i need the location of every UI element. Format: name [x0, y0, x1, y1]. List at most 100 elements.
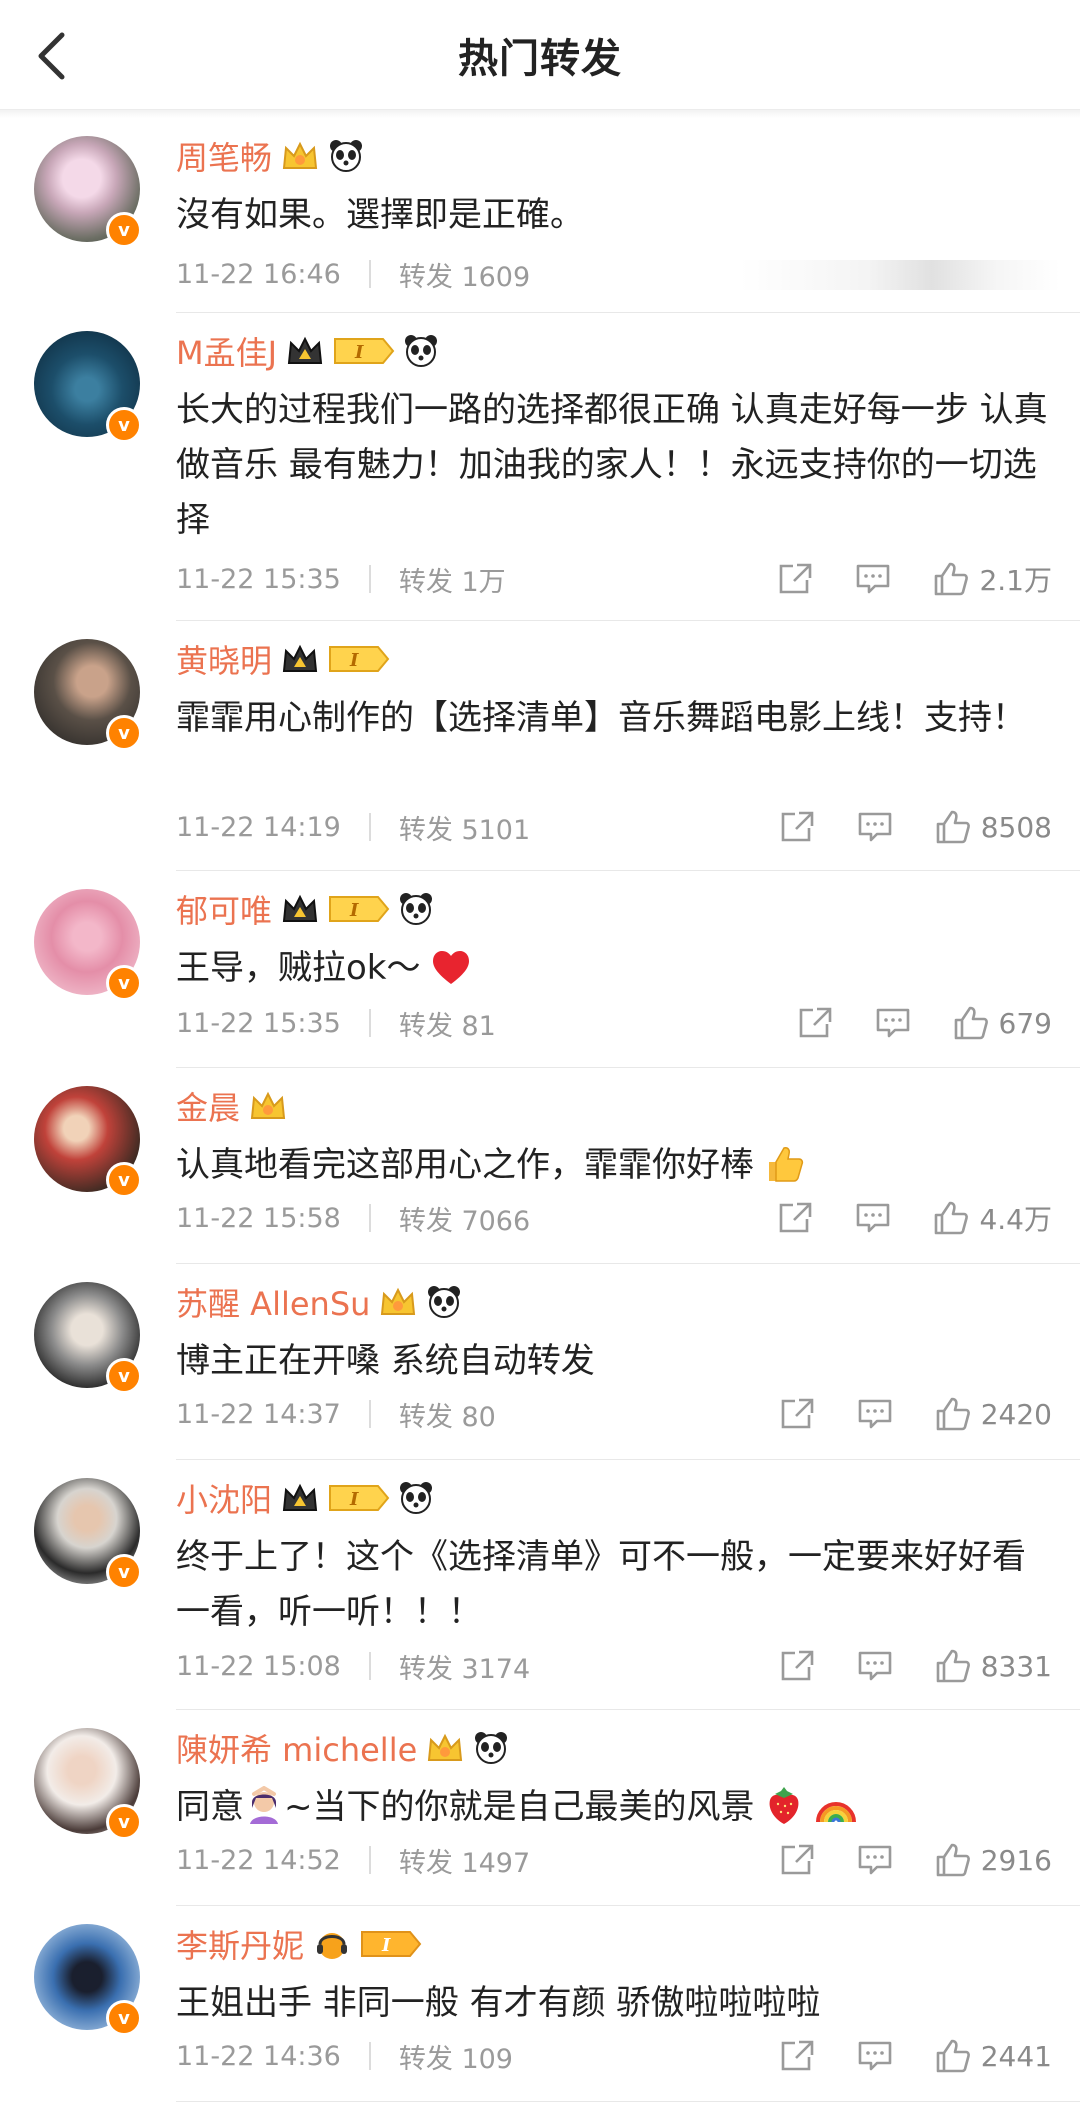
- verified-badge-icon: v: [106, 715, 142, 751]
- repost-count: 转发 80: [398, 1401, 496, 1433]
- repost-count: 转发 109: [398, 2043, 513, 2075]
- crown-badge-icon: [282, 1483, 318, 1511]
- crown-badge-icon: [381, 1287, 416, 1315]
- meta-divider: [368, 565, 371, 593]
- repost-text: 终于上了！这个《选择清单》可不一般，一定要来好好看一看，听一听！！！: [176, 1537, 1026, 1632]
- list-item[interactable]: v 陳妍希 michelle 同意 ~当下的你就是自己最美的风景 11-22 14…: [0, 1710, 1080, 1906]
- like-button[interactable]: 2420: [935, 1396, 1052, 1432]
- post-time: 11-22 16:46: [176, 258, 341, 290]
- thumbs-up-icon: [936, 1397, 970, 1431]
- comment-button[interactable]: [855, 562, 891, 596]
- strawberry-emoji-icon: [769, 1787, 799, 1824]
- verified-badge-icon: v: [106, 2000, 142, 2036]
- repost-text: 认真地看完这部用心之作，霏霏你好棒: [176, 1145, 754, 1185]
- comment-icon: [857, 1203, 890, 1233]
- share-button[interactable]: [779, 2039, 815, 2073]
- user-name[interactable]: 周笔畅: [176, 133, 272, 179]
- list-item[interactable]: v 金晨 认真地看完这部用心之作，霏霏你好棒 11-22 15:58 转发 70…: [0, 1068, 1080, 1264]
- crown-badge-icon: [287, 336, 323, 364]
- like-count: 2441: [980, 2039, 1052, 2073]
- user-name[interactable]: 苏醒 AllenSu: [176, 1279, 370, 1325]
- like-count: 2420: [980, 1397, 1052, 1431]
- share-icon: [799, 1007, 831, 1038]
- repost-text-end: ~当下的你就是自己最美的风景: [284, 1787, 755, 1827]
- like-button[interactable]: 8508: [935, 809, 1052, 845]
- vip-level-badge-icon: I: [361, 1931, 422, 1957]
- thumbs-up-emoji-icon: [768, 1147, 803, 1182]
- like-button[interactable]: 2441: [935, 2038, 1052, 2074]
- crown-badge-icon: [282, 141, 318, 169]
- share-button[interactable]: [777, 562, 813, 596]
- like-button[interactable]: 2916: [935, 1842, 1052, 1878]
- comment-button[interactable]: [855, 1201, 891, 1235]
- comment-button[interactable]: [857, 1649, 893, 1683]
- share-icon: [781, 1398, 814, 1429]
- woman-ok-gesture-emoji-icon: [250, 1786, 278, 1824]
- svg-text:I: I: [349, 900, 359, 921]
- share-button[interactable]: [779, 1649, 815, 1683]
- like-count: 2916: [980, 1843, 1052, 1877]
- comment-button[interactable]: [857, 810, 893, 844]
- share-button[interactable]: [779, 1397, 815, 1431]
- list-item[interactable]: v M孟佳J I 长大的过程我们一路的选择都很正确 认真走好每一步 认真做音乐 …: [0, 313, 1080, 621]
- svg-text:I: I: [349, 1489, 359, 1510]
- repost-text: 王姐出手 非同一般 有才有颜 骄傲啦啦啦啦: [176, 1983, 821, 2023]
- post-time: 11-22 14:19: [176, 811, 341, 843]
- user-name[interactable]: 金晨: [176, 1083, 240, 1129]
- user-name[interactable]: M孟佳J: [176, 328, 277, 374]
- share-button[interactable]: [779, 1843, 815, 1877]
- meta-divider: [368, 260, 371, 288]
- comment-button[interactable]: [875, 1006, 911, 1040]
- share-icon: [780, 563, 812, 594]
- thumbs-up-icon: [936, 2039, 970, 2073]
- list-item[interactable]: v 郁可唯 I 王导，贼拉ok～ 11-22 15:35 转发 81 679: [0, 871, 1080, 1068]
- share-icon: [781, 2040, 814, 2071]
- list-item[interactable]: v 苏醒 AllenSu 博主正在开嗓 系统自动转发 11-22 14:37 转…: [0, 1264, 1080, 1460]
- share-button[interactable]: [797, 1006, 833, 1040]
- like-count: 8508: [980, 810, 1052, 844]
- like-count: 679: [998, 1006, 1052, 1040]
- repost-count: 转发 3174: [398, 1653, 531, 1685]
- like-button[interactable]: 2.1万: [933, 559, 1052, 599]
- thumbs-up-icon: [954, 1006, 988, 1040]
- share-button[interactable]: [779, 810, 815, 844]
- thumbs-up-icon: [936, 1649, 970, 1683]
- nav-bar: 热门转发: [0, 0, 1080, 110]
- comment-icon: [858, 2041, 892, 2071]
- user-name[interactable]: 小沈阳: [176, 1475, 272, 1521]
- list-item[interactable]: v 周笔畅 沒有如果。選擇即是正確。 11-22 16:46 转发 1609: [0, 118, 1080, 313]
- user-name[interactable]: 李斯丹妮: [176, 1921, 304, 1967]
- post-time: 11-22 15:08: [176, 1650, 341, 1682]
- user-name[interactable]: 郁可唯: [176, 886, 272, 932]
- comment-button[interactable]: [857, 1843, 893, 1877]
- post-time: 11-22 15:35: [176, 1007, 341, 1039]
- user-name[interactable]: 黄晓明: [176, 636, 272, 682]
- vip-level-badge-icon: I: [329, 896, 390, 922]
- nav-divider: [0, 110, 1080, 118]
- meta-divider: [368, 1652, 371, 1680]
- svg-text:I: I: [354, 342, 364, 363]
- share-button[interactable]: [777, 1201, 813, 1235]
- verified-badge-icon: v: [106, 1162, 142, 1198]
- repost-count: 转发 81: [398, 1010, 496, 1042]
- meta-divider: [368, 1009, 371, 1037]
- user-name[interactable]: 陳妍希 michelle: [176, 1725, 417, 1771]
- list-item[interactable]: v 黄晓明 I 霏霏用心制作的【选择清单】音乐舞蹈电影上线！支持！ 11-22 …: [0, 621, 1080, 871]
- repost-text-start: 同意: [176, 1787, 244, 1827]
- like-count: 4.4万: [979, 1203, 1052, 1236]
- comment-icon: [858, 812, 892, 842]
- like-button[interactable]: 679: [953, 1005, 1052, 1041]
- comment-button[interactable]: [857, 2039, 893, 2073]
- like-button[interactable]: 8331: [935, 1648, 1052, 1684]
- verified-badge-icon: v: [106, 212, 142, 248]
- repost-text: 霏霏用心制作的【选择清单】音乐舞蹈电影上线！支持！: [176, 698, 1026, 738]
- list-item[interactable]: v 李斯丹妮 I 王姐出手 非同一般 有才有颜 骄傲啦啦啦啦 11-22 14:…: [0, 1906, 1080, 2102]
- like-button[interactable]: 4.4万: [933, 1198, 1052, 1238]
- list-item[interactable]: v 小沈阳 I 终于上了！这个《选择清单》可不一般，一定要来好好看一看，听一听！…: [0, 1460, 1080, 1710]
- thumbs-up-icon: [936, 810, 970, 844]
- crown-badge-icon: [317, 1933, 348, 1959]
- comment-button[interactable]: [857, 1397, 893, 1431]
- panda-badge-icon: [400, 893, 433, 925]
- panda-badge-icon: [400, 1482, 433, 1514]
- verified-badge-icon: v: [106, 407, 142, 443]
